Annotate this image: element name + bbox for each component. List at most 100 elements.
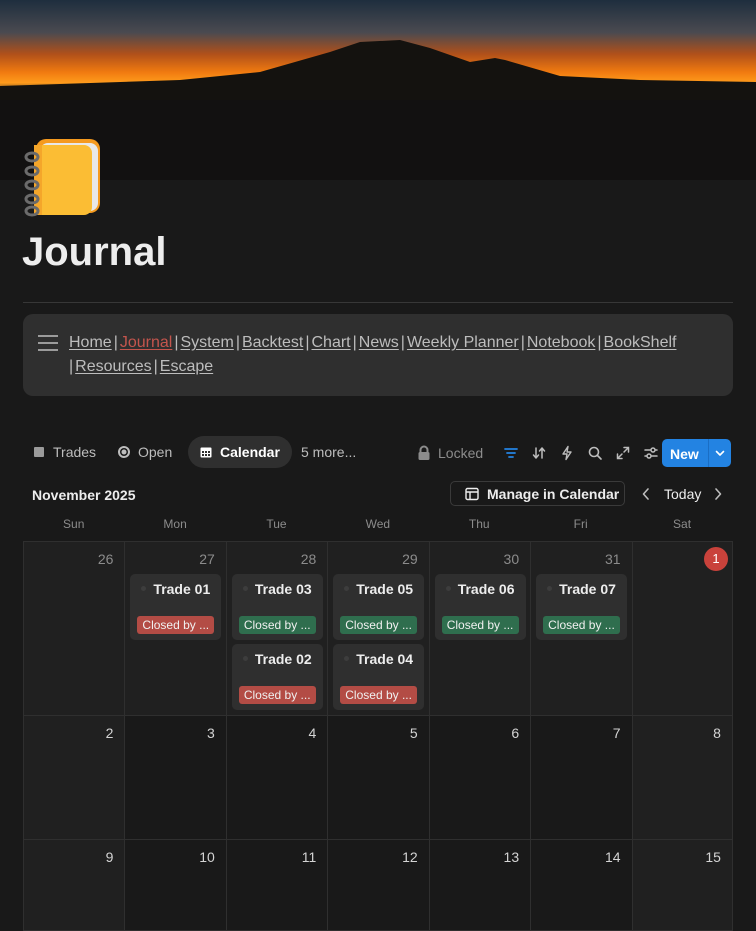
day-number: 10 <box>199 849 215 865</box>
calendar-day-cell[interactable]: 11 <box>225 840 327 930</box>
trade-card[interactable]: Trade 06 Closed by ... <box>434 574 526 640</box>
calendar-day-cell[interactable]: 12 <box>327 840 428 930</box>
nav-link-chart[interactable]: Chart <box>312 334 351 351</box>
chevron-left-icon[interactable] <box>641 487 651 501</box>
tab-calendar[interactable]: Calendar <box>188 436 292 468</box>
toolbar: Locked <box>417 444 665 462</box>
page-dot-icon <box>344 586 350 591</box>
day-number: 5 <box>409 725 418 741</box>
calendar-app-icon <box>465 487 479 500</box>
chevron-right-icon[interactable] <box>713 487 723 501</box>
nav-link-backtest[interactable]: Backtest <box>242 334 303 351</box>
nav-link-escape[interactable]: Escape <box>160 358 213 375</box>
locked-indicator[interactable]: Locked <box>417 445 483 461</box>
nav-separator: | <box>400 334 405 351</box>
weekday-label: Sun <box>63 517 85 531</box>
weekday-label: Fri <box>573 517 588 531</box>
day-number: 26 <box>97 551 114 567</box>
nav-separator: | <box>174 334 179 351</box>
calendar-day-cell[interactable]: 29 Trade 05 Closed by ... Trade 04 Closed by… <box>327 542 429 715</box>
calendar-day-cell[interactable]: 1 <box>631 542 733 715</box>
nav-link-home[interactable]: Home <box>69 334 112 351</box>
calendar-day-cell[interactable]: 5 <box>327 716 428 839</box>
divider <box>23 302 733 303</box>
lock-icon <box>418 445 430 460</box>
circle-icon <box>118 446 130 458</box>
weekday-header: Sun Mon Tue Wed Thu Fri Sat <box>23 517 733 537</box>
calendar-day-cell[interactable]: 31 Trade 07 Closed by ... <box>530 542 632 715</box>
trade-title: Trade 05 <box>356 581 414 597</box>
calendar-week-row: 26 27 Trade 01 Closed by ... 28 Trade 03 Close… <box>23 542 733 716</box>
nav-separator: | <box>597 334 602 351</box>
day-number: 9 <box>105 849 114 865</box>
tab-open[interactable]: Open <box>118 436 172 468</box>
calendar-header: November 2025 Manage in Calendar Today <box>23 480 733 510</box>
calendar-day-cell[interactable]: 14 <box>530 840 631 930</box>
tab-trades[interactable]: Trades <box>33 436 96 468</box>
nav-link-resources[interactable]: Resources <box>75 358 151 375</box>
calendar-day-cell[interactable]: 7 <box>530 716 631 839</box>
nav-link-weekly-planner[interactable]: Weekly Planner <box>407 334 519 351</box>
day-number: 12 <box>402 849 418 865</box>
calendar-day-cell[interactable]: 28 Trade 03 Closed by ... Trade 02 Closed by… <box>225 542 328 715</box>
calendar-day-cell[interactable]: 2 <box>23 716 125 839</box>
day-number: 6 <box>511 725 520 741</box>
calendar-day-cell[interactable]: 10 <box>124 840 225 930</box>
trade-title: Trade 06 <box>457 581 515 597</box>
calendar-day-cell[interactable]: 6 <box>428 716 530 839</box>
day-number: 27 <box>199 551 215 567</box>
calendar-day-cell[interactable]: 9 <box>23 840 125 930</box>
nav-link-bookshelf[interactable]: BookShelf <box>604 334 677 351</box>
day-number: 30 <box>503 551 520 567</box>
nav-link-journal[interactable]: Journal <box>120 334 172 351</box>
day-number: 28 <box>300 551 317 567</box>
trade-title: Trade 04 <box>356 651 414 667</box>
day-number: 15 <box>705 849 721 865</box>
more-views-button[interactable]: 5 more... <box>301 444 356 460</box>
page-dot-icon <box>141 586 147 591</box>
calendar-day-cell[interactable]: 8 <box>631 716 733 839</box>
nav-separator: | <box>69 358 74 375</box>
calendar-day-cell[interactable]: 26 <box>23 542 125 715</box>
status-badge: Closed by ... <box>340 686 418 704</box>
trade-title: Trade 01 <box>153 581 211 597</box>
trade-card[interactable]: Trade 01 Closed by ... <box>130 574 222 640</box>
trade-card[interactable]: Trade 03 Closed by ... <box>231 574 323 640</box>
today-button[interactable]: Today <box>664 486 701 502</box>
month-label: November 2025 <box>32 487 136 503</box>
trade-card[interactable]: Trade 07 Closed by ... <box>536 574 628 640</box>
calendar-day-cell[interactable]: 27 Trade 01 Closed by ... <box>124 542 226 715</box>
day-number: 2 <box>105 725 114 741</box>
calendar-day-cell[interactable]: 4 <box>225 716 327 839</box>
today-day-number: 1 <box>703 547 728 571</box>
weekday-label: Thu <box>468 517 490 531</box>
nav-separator: | <box>520 334 525 351</box>
manage-in-calendar-button[interactable]: Manage in Calendar <box>450 481 625 506</box>
settings-sliders-icon[interactable] <box>643 445 659 461</box>
status-badge: Closed by ... <box>441 616 519 634</box>
new-button[interactable]: New <box>662 439 731 467</box>
calendar-day-cell[interactable]: 30 Trade 06 Closed by ... <box>428 542 531 715</box>
calendar-week-row: 9 10 11 12 13 14 15 <box>23 840 733 931</box>
calendar-day-cell[interactable]: 13 <box>428 840 530 930</box>
trade-title: Trade 07 <box>559 581 616 597</box>
weekday-label: Mon <box>163 517 187 531</box>
sort-icon[interactable] <box>531 445 547 461</box>
nav-link-news[interactable]: News <box>359 334 399 351</box>
calendar-day-cell[interactable]: 3 <box>124 716 225 839</box>
status-badge: Closed by ... <box>238 616 316 634</box>
automation-bolt-icon[interactable] <box>559 445 575 461</box>
filter-icon[interactable] <box>503 445 519 461</box>
expand-icon[interactable] <box>615 445 631 461</box>
manage-label: Manage in Calendar <box>487 485 620 502</box>
calendar-day-cell[interactable]: 15 <box>631 840 733 930</box>
chevron-down-icon[interactable] <box>714 447 726 459</box>
trade-card[interactable]: Trade 02 Closed by ... <box>231 644 323 710</box>
nav-links: Home | Journal | System | Backtest | Chart | News |… <box>69 331 719 379</box>
search-icon[interactable] <box>587 445 603 461</box>
trade-card[interactable]: Trade 04 Closed by ... <box>333 644 425 710</box>
nav-link-notebook[interactable]: Notebook <box>527 334 596 351</box>
trade-card[interactable]: Trade 05 Closed by ... <box>333 574 425 640</box>
nav-link-system[interactable]: System <box>180 334 233 351</box>
weekday-label: Tue <box>266 517 287 531</box>
